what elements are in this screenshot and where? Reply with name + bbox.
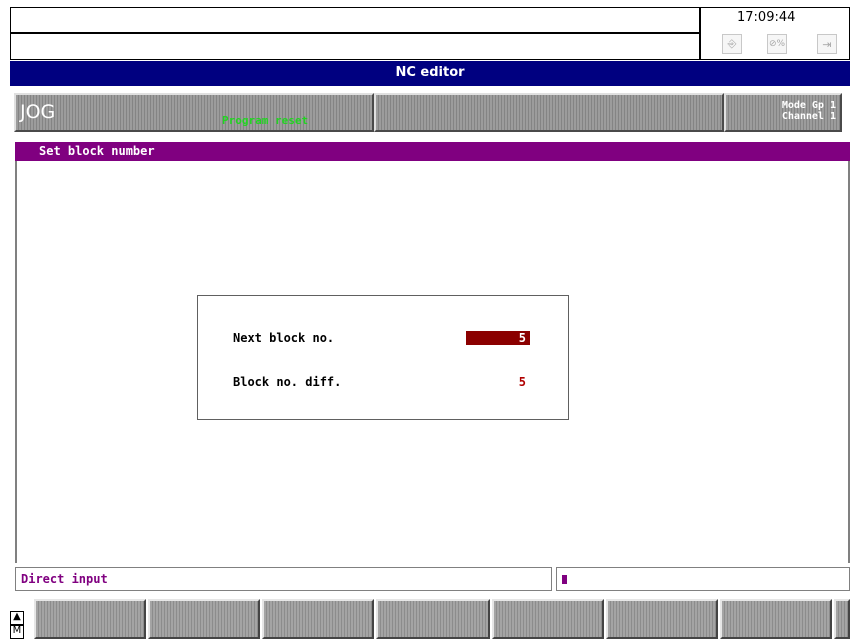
title-bar: NC editor (10, 61, 850, 86)
next-block-label: Next block no. (233, 331, 335, 345)
section-header: Set block number (15, 142, 850, 161)
block-diff-label: Block no. diff. (233, 375, 342, 389)
mode-group-label: Mode Gp 1 (781, 100, 836, 111)
section-title: Set block number (39, 144, 155, 158)
input-hint: Direct input (21, 572, 108, 586)
program-state: Program reset (222, 114, 309, 127)
block-diff-field[interactable]: 5 (466, 375, 530, 389)
softkey-6[interactable] (606, 599, 718, 639)
message-line (10, 33, 700, 60)
softkey-4[interactable] (376, 599, 490, 639)
menu-icon: M (12, 625, 22, 636)
up-arrow-icon: ▲ (13, 611, 21, 622)
percent-icon[interactable]: ⊘% (767, 34, 787, 54)
status-filler (374, 93, 724, 132)
next-block-field[interactable]: 5 (466, 331, 530, 345)
channel-panel: Mode Gp 1 Channel 1 (724, 93, 842, 132)
channel-label: Channel 1 (781, 111, 836, 122)
softkey-edge[interactable] (834, 599, 850, 639)
enter-icon[interactable]: ⎆ (722, 34, 742, 54)
text-cursor (562, 575, 567, 584)
block-number-dialog: Next block no. 5 Block no. diff. 5 (197, 295, 569, 420)
clock-panel: 17:09:44 ⎆ ⊘% ⇥ (700, 7, 850, 60)
exit-icon[interactable]: ⇥ (817, 34, 837, 54)
recall-up-button[interactable]: ▲ (10, 611, 24, 625)
softkey-3[interactable] (262, 599, 374, 639)
softkey-5[interactable] (492, 599, 604, 639)
percent-icon-glyph: ⊘% (768, 39, 786, 49)
softkey-1[interactable] (34, 599, 146, 639)
direct-input-field[interactable] (556, 567, 850, 591)
alarm-line (10, 7, 700, 33)
mode-label: JOG (20, 101, 56, 123)
softkey-2[interactable] (148, 599, 260, 639)
clock-time: 17:09:44 (737, 10, 796, 25)
softkey-7[interactable] (720, 599, 832, 639)
page-title: NC editor (395, 65, 465, 80)
mode-panel: JOG Program reset (14, 93, 374, 132)
recall-menu-button[interactable]: M (10, 625, 24, 639)
input-hint-box: Direct input (15, 567, 552, 591)
